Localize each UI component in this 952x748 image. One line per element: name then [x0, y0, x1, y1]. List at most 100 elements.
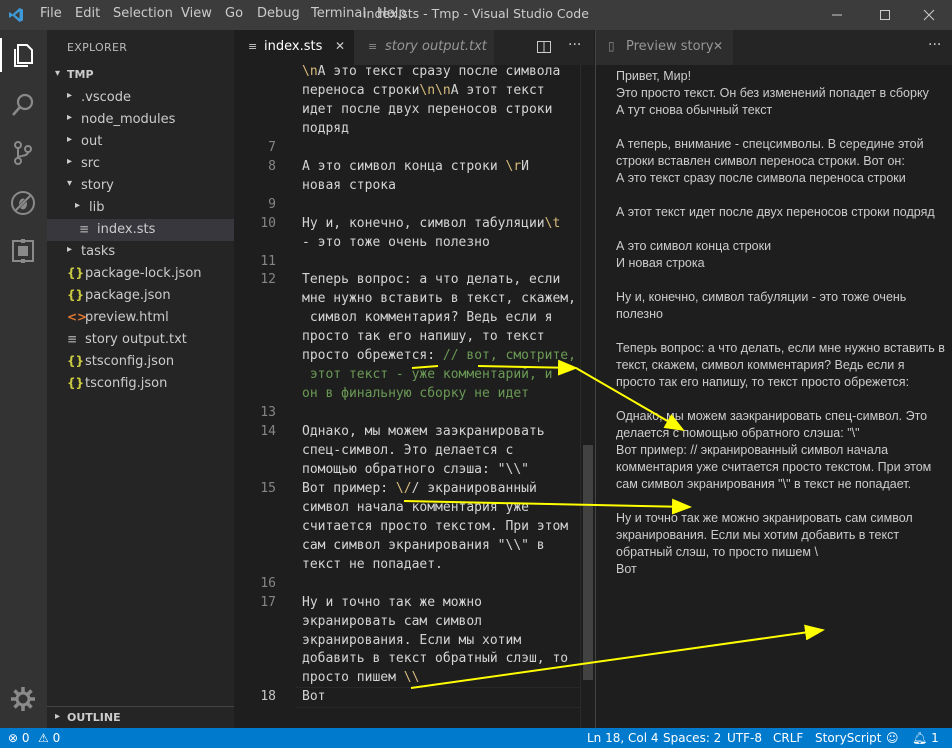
escape-sequence: \/ — [395, 480, 412, 496]
feedback-icon[interactable]: ☺ — [886, 731, 899, 745]
minimize-icon — [832, 14, 842, 16]
search-activity-button[interactable] — [6, 88, 40, 122]
code-line: мне нужно вставить в текст, скажем, — [302, 291, 576, 306]
chevron-right-icon: ▸ — [67, 156, 73, 167]
code-line: этот текст - уже комментарий, и — [302, 367, 553, 382]
tab-label: story output.txt — [385, 39, 487, 54]
json-file-icon: {} — [67, 266, 85, 280]
tree-item-story-output-txt[interactable]: ≡ story output.txt — [47, 329, 234, 351]
code-text: считается просто текстом. При этом — [302, 518, 569, 534]
json-file-icon: {} — [67, 288, 85, 302]
encoding[interactable]: UTF-8 — [727, 731, 762, 745]
code-text: идет после двух переносов строки — [302, 101, 553, 117]
explorer-sidebar: EXPLORER ▾ TMP ▸ .vscode ▸ node_modules ▸ out ▸ s… — [47, 30, 234, 728]
code-text: подряд — [302, 120, 349, 136]
tree-item-tsconfig-json[interactable]: {} tsconfig.json — [47, 373, 234, 395]
code-line: считается просто текстом. При этом — [302, 519, 568, 534]
chevron-down-icon: ▾ — [55, 68, 61, 79]
close-icon — [923, 9, 935, 21]
code-text: мне нужно вставить в текст, скажем, — [302, 291, 576, 307]
tree-item-out[interactable]: ▸ out — [47, 131, 234, 153]
code-line: просто так его напишу, то текст — [302, 329, 545, 344]
code-line: Ну и точно так же можно — [302, 595, 482, 610]
code-line: сам символ экранирования "\\" в — [302, 538, 545, 553]
tree-item-src[interactable]: ▸ src — [47, 153, 234, 175]
tree-root-folder[interactable]: ▾ TMP — [47, 65, 234, 87]
code-text: просто обрежется: — [302, 348, 443, 364]
code-line: символ начала комментария уже — [302, 500, 529, 515]
source-control-activity-button[interactable] — [6, 136, 40, 170]
escape-sequence: \n — [302, 64, 318, 79]
line-number: 16 — [260, 575, 276, 591]
close-icon[interactable]: ✕ — [335, 39, 345, 53]
tab-preview-story[interactable]: ▯ Preview story ✕ — [596, 30, 733, 65]
tree-item-label: src — [81, 156, 100, 171]
tab-label: index.sts — [264, 39, 323, 54]
more-actions-button[interactable]: ··· — [928, 37, 941, 53]
indentation[interactable]: Spaces: 2 — [663, 731, 721, 745]
line-number: 14 — [260, 424, 276, 440]
close-icon[interactable]: ✕ — [713, 39, 723, 53]
maximize-button[interactable] — [862, 0, 908, 30]
tree-item-package-lock-json[interactable]: {} package-lock.json — [47, 263, 234, 285]
tree-item-preview-html[interactable]: <> preview.html — [47, 307, 234, 329]
editor-scrollbar[interactable] — [580, 65, 595, 728]
current-line-highlight — [296, 687, 580, 709]
tree-item-story[interactable]: ▾ story — [47, 175, 234, 197]
code-line: он в финальную сборку не идет — [302, 386, 529, 401]
line-number: 15 — [260, 480, 276, 496]
lines-file-icon: ≡ — [368, 40, 378, 53]
line-number: 7 — [268, 139, 276, 155]
tree-item-lib[interactable]: ▸ lib — [47, 197, 234, 219]
explorer-activity-button[interactable] — [0, 38, 42, 72]
errors-status[interactable]: ⊗ 0 — [8, 731, 30, 745]
split-editor-button[interactable] — [536, 39, 552, 59]
preview-icon: ▯ — [608, 39, 615, 53]
tree-item-tasks[interactable]: ▸ tasks — [47, 241, 234, 263]
debug-activity-button[interactable] — [6, 186, 40, 220]
extensions-activity-button[interactable] — [6, 234, 40, 268]
extensions-icon — [12, 239, 34, 263]
code-line: идет после двух переносов строки — [302, 102, 552, 117]
cursor-position[interactable]: Ln 18, Col 4 — [587, 731, 659, 745]
preview-tab-bar: ▯ Preview story ✕ ··· — [596, 30, 952, 65]
warning-icon: ⚠ — [38, 731, 49, 745]
tab-index-sts[interactable]: ≡ index.sts ✕ — [234, 30, 354, 65]
code-line: символ комментария? Ведь если я — [302, 310, 553, 325]
line-number: 8 — [268, 158, 276, 174]
code-text: текст не попадает. — [302, 556, 443, 572]
tree-item-stsconfig-json[interactable]: {} stsconfig.json — [47, 351, 234, 373]
warnings-status[interactable]: ⚠ 0 — [38, 731, 60, 745]
line-number: 11 — [260, 253, 276, 269]
tree-item-vscode[interactable]: ▸ .vscode — [47, 87, 234, 109]
tree-item-node-modules[interactable]: ▸ node_modules — [47, 109, 234, 131]
code-line: А это символ конца строки \rИ — [302, 159, 529, 174]
chevron-right-icon: ▸ — [67, 112, 73, 123]
minimize-button[interactable] — [814, 0, 860, 30]
chevron-down-icon: ▾ — [67, 178, 73, 189]
code-line: экранировать сам символ — [302, 614, 482, 629]
code-text: Ну и точно так же можно — [302, 594, 483, 610]
close-window-button[interactable] — [906, 0, 952, 30]
json-file-icon: {} — [67, 354, 85, 368]
scrollbar-thumb[interactable] — [583, 445, 593, 680]
lines-file-icon: ≡ — [79, 222, 90, 236]
code-text: переноса строки — [302, 82, 420, 98]
tree-item-index-sts[interactable]: ≡ index.sts — [47, 219, 234, 241]
tab-story-output[interactable]: ≡ story output.txt — [354, 30, 494, 65]
language-mode[interactable]: StoryScript — [815, 731, 882, 745]
code-line: - это тоже очень полезно — [302, 235, 490, 250]
code-text: сам символ экранирования "\\" в — [302, 537, 545, 553]
tree-item-package-json[interactable]: {} package.json — [47, 285, 234, 307]
outline-section-header[interactable]: ▸ OUTLINE — [47, 706, 234, 729]
line-ending[interactable]: CRLF — [773, 731, 803, 745]
more-actions-button[interactable]: ··· — [568, 37, 581, 53]
code-text: Теперь вопрос: а что делать, если — [302, 272, 561, 288]
manage-activity-button[interactable] — [6, 682, 40, 716]
code-text: символ начала комментария уже — [302, 499, 529, 515]
line-number: 18 — [260, 689, 276, 705]
notifications-status[interactable]: 🔔︎ 1 — [912, 731, 939, 745]
code-text: новая строка — [302, 177, 396, 193]
maximize-icon — [880, 10, 890, 20]
code-line: Вот — [302, 689, 325, 704]
